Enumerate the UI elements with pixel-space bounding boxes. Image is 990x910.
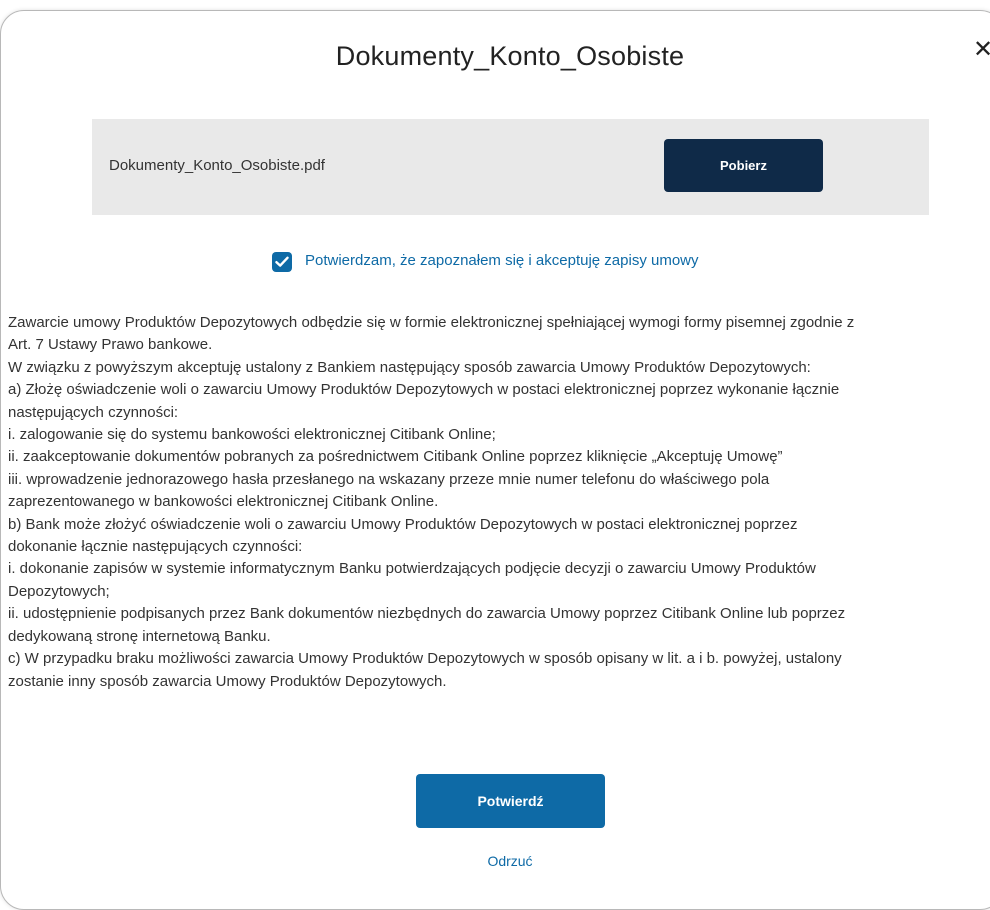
documents-modal: Dokumenty_Konto_Osobiste ✕ Dokumenty_Kon… — [0, 10, 990, 910]
consent-checkbox[interactable] — [272, 252, 292, 272]
terms-line: W związku z powyższym akceptuję ustalony… — [8, 358, 811, 376]
terms-line: następujących czynności: — [8, 403, 179, 421]
file-name: Dokumenty_Konto_Osobiste.pdf — [109, 157, 325, 174]
terms-line: ii. udostępnienie podpisanych przez Bank… — [8, 605, 846, 623]
terms-line: dokonanie łącznie następujących czynnośc… — [8, 538, 303, 556]
terms-line: Art. 7 Ustawy Prawo bankowe. — [8, 336, 213, 354]
terms-line: Zawarcie umowy Produktów Depozytowych od… — [8, 314, 855, 331]
terms-line: dedykowaną stronę internetową Banku. — [8, 627, 271, 645]
reject-link[interactable]: Odrzuć — [1, 853, 990, 869]
modal-title: Dokumenty_Konto_Osobiste — [335, 41, 685, 71]
file-download-panel: Dokumenty_Konto_Osobiste.pdf Pobierz — [92, 119, 929, 215]
terms-line: iii. wprowadzenie jednorazowego hasła pr… — [8, 470, 770, 488]
terms-text: Zawarcie umowy Produktów Depozytowych od… — [8, 312, 990, 745]
confirm-button[interactable]: Potwierdź — [416, 774, 605, 828]
terms-line: Depozytowych; — [8, 582, 110, 600]
consent-label[interactable]: Potwierdzam, że zapoznałem się i akceptu… — [305, 252, 699, 269]
checkmark-icon — [275, 256, 289, 267]
terms-line: zostanie inny sposób zawarcia Umowy Prod… — [8, 672, 447, 690]
terms-line: ii. zaakceptowanie dokumentów pobranych … — [8, 448, 783, 466]
close-icon[interactable]: ✕ — [973, 36, 990, 64]
terms-line: c) W przypadku braku możliwości zawarcia… — [8, 650, 842, 668]
download-button[interactable]: Pobierz — [664, 139, 823, 192]
terms-line: a) Złożę oświadczenie woli o zawarciu Um… — [8, 381, 840, 399]
terms-line: i. zalogowanie się do systemu bankowości… — [8, 426, 496, 444]
terms-line: i. dokonanie zapisów w systemie informat… — [8, 560, 816, 578]
terms-line: zaprezentowanego w bankowości elektronic… — [8, 493, 439, 511]
terms-line: b) Bank może złożyć oświadczenie woli o … — [8, 515, 798, 533]
